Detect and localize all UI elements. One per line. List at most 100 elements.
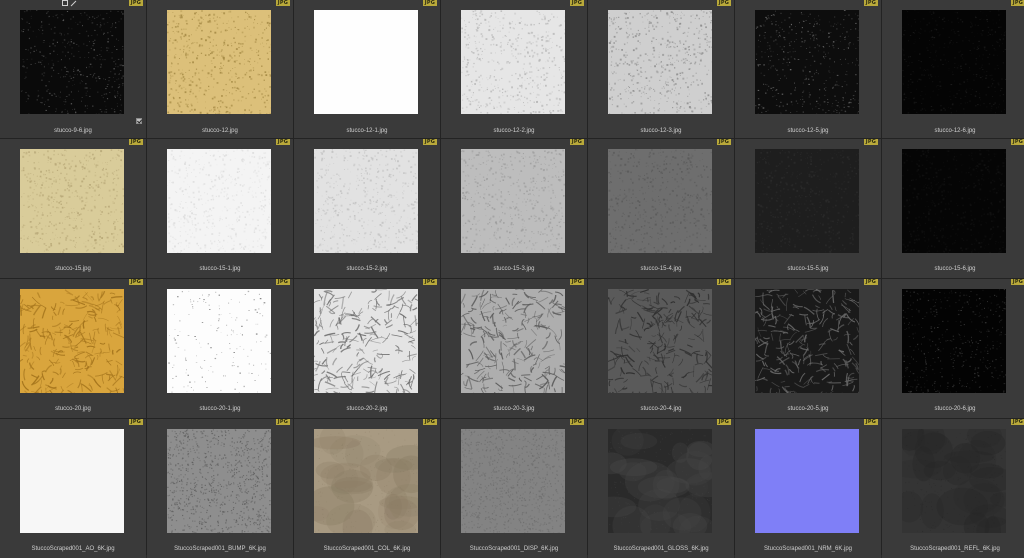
texture-thumbnail[interactable] <box>461 10 565 114</box>
file-name: stucco-12-3.jpg <box>588 127 734 135</box>
thumbnail-cell[interactable]: JPG stucco-20-3.jpg <box>441 279 587 418</box>
thumbnail-cell[interactable]: JPG stucco-12-2.jpg <box>441 0 587 138</box>
thumbnail-cell[interactable]: JPG StuccoScraped001_AO_6K.jpg <box>0 419 146 558</box>
file-name: StuccoScraped001_GLOSS_6K.jpg <box>588 545 734 553</box>
file-type-badge: JPG <box>423 0 437 6</box>
texture-thumbnail[interactable] <box>167 10 271 114</box>
thumbnail-cell[interactable]: JPGstucco-12-1.jpg <box>294 0 440 138</box>
thumbnail-cell[interactable]: JPGstucco-12-6.jpg <box>882 0 1024 138</box>
file-type-badge: JPG <box>129 419 143 425</box>
file-name: stucco-20.jpg <box>0 405 146 413</box>
thumbnail-cell[interactable]: JPGStuccoScraped001_GLOSS_6K.jpg <box>588 419 734 558</box>
file-name: stucco-15-5.jpg <box>735 265 881 273</box>
select-checkbox[interactable] <box>136 118 142 124</box>
texture-thumbnail[interactable] <box>608 429 712 533</box>
file-name: stucco-12.jpg <box>147 127 293 135</box>
file-type-badge: JPG <box>1011 0 1024 6</box>
file-name: stucco-15-6.jpg <box>882 265 1024 273</box>
thumbnail-cell[interactable]: JPG stucco-12-3.jpg <box>588 0 734 138</box>
file-name: stucco-20-3.jpg <box>441 405 587 413</box>
file-type-badge: JPG <box>864 0 878 6</box>
thumbnail-cell[interactable]: JPGStuccoScraped001_NRM_6K.jpg <box>735 419 881 558</box>
thumbnail-cell[interactable]: JPGstucco-15-1.jpg <box>147 139 293 278</box>
file-type-badge: JPG <box>129 0 143 6</box>
texture-thumbnail[interactable] <box>20 429 124 533</box>
file-name: stucco-20-6.jpg <box>882 405 1024 413</box>
thumbnail-cell[interactable]: JPGstucco-20-1.jpg <box>147 279 293 418</box>
file-type-badge: JPG <box>1011 279 1024 285</box>
thumbnail-cell[interactable]: JPG stucco-12-5.jpg <box>735 0 881 138</box>
texture-thumbnail[interactable] <box>461 149 565 253</box>
file-type-badge: JPG <box>717 279 731 285</box>
file-type-badge: JPG <box>570 419 584 425</box>
file-name: stucco-12-5.jpg <box>735 127 881 135</box>
file-name: stucco-9-6.jpg <box>0 127 146 135</box>
thumbnail-cell[interactable]: JPGStuccoScraped001_BUMP_6K.jpg <box>147 419 293 558</box>
file-type-badge: JPG <box>717 139 731 145</box>
texture-thumbnail[interactable] <box>20 10 124 114</box>
thumbnail-cell[interactable]: JPG stucco-20-5.jpg <box>735 279 881 418</box>
texture-thumbnail[interactable] <box>902 429 1006 533</box>
texture-thumbnail[interactable] <box>755 149 859 253</box>
thumbnail-cell[interactable]: JPG stucco-12.jpg <box>147 0 293 138</box>
file-name: stucco-15-2.jpg <box>294 265 440 273</box>
texture-thumbnail[interactable] <box>902 149 1006 253</box>
thumbnail-cell[interactable]: JPGstucco-15-6.jpg <box>882 139 1024 278</box>
file-name: stucco-15.jpg <box>0 265 146 273</box>
texture-thumbnail[interactable] <box>314 429 418 533</box>
file-name: stucco-20-4.jpg <box>588 405 734 413</box>
texture-thumbnail[interactable] <box>20 149 124 253</box>
texture-thumbnail[interactable] <box>20 289 124 393</box>
frame-icon[interactable] <box>62 0 68 6</box>
file-type-badge: JPG <box>570 0 584 6</box>
file-type-badge: JPG <box>276 0 290 6</box>
edit-icon[interactable] <box>70 0 76 6</box>
thumbnail-tools <box>62 0 76 6</box>
texture-thumbnail[interactable] <box>608 289 712 393</box>
file-type-badge: JPG <box>570 139 584 145</box>
file-type-badge: JPG <box>717 0 731 6</box>
file-name: StuccoScraped001_AO_6K.jpg <box>0 545 146 553</box>
texture-thumbnail[interactable] <box>167 429 271 533</box>
file-type-badge: JPG <box>423 419 437 425</box>
file-type-badge: JPG <box>864 139 878 145</box>
file-type-badge: JPG <box>423 279 437 285</box>
thumbnail-cell[interactable]: JPGstucco-20.jpg <box>0 279 146 418</box>
thumbnail-cell[interactable]: JPGStuccoScraped001_COL_6K.jpg <box>294 419 440 558</box>
file-type-badge: JPG <box>570 279 584 285</box>
thumbnail-cell[interactable]: JPGstucco-20-2.jpg <box>294 279 440 418</box>
file-name: StuccoScraped001_DISP_6K.jpg <box>441 545 587 553</box>
thumbnail-cell[interactable]: JPG StuccoScraped001_DISP_6K.jpg <box>441 419 587 558</box>
texture-thumbnail[interactable] <box>314 10 418 114</box>
texture-thumbnail[interactable] <box>608 149 712 253</box>
file-name: StuccoScraped001_NRM_6K.jpg <box>735 545 881 553</box>
file-type-badge: JPG <box>864 279 878 285</box>
texture-thumbnail[interactable] <box>314 289 418 393</box>
thumbnail-cell[interactable]: JPG stucco-20-6.jpg <box>882 279 1024 418</box>
thumbnail-cell[interactable]: JPG stucco-15-2.jpg <box>294 139 440 278</box>
texture-thumbnail[interactable] <box>461 429 565 533</box>
texture-thumbnail[interactable] <box>461 289 565 393</box>
texture-thumbnail[interactable] <box>902 289 1006 393</box>
file-name: stucco-12-2.jpg <box>441 127 587 135</box>
texture-thumbnail[interactable] <box>314 149 418 253</box>
thumbnail-cell[interactable]: JPG stucco-9-6.jpg <box>0 0 146 138</box>
thumbnail-cell[interactable]: JPGStuccoScraped001_REFL_6K.jpg <box>882 419 1024 558</box>
texture-thumbnail[interactable] <box>167 149 271 253</box>
file-type-badge: JPG <box>423 139 437 145</box>
texture-thumbnail[interactable] <box>755 289 859 393</box>
texture-thumbnail[interactable] <box>167 289 271 393</box>
thumbnail-cell[interactable]: JPGstucco-15-4.jpg <box>588 139 734 278</box>
file-type-badge: JPG <box>276 139 290 145</box>
thumbnail-cell[interactable]: JPG stucco-15-5.jpg <box>735 139 881 278</box>
texture-thumbnail[interactable] <box>755 429 859 533</box>
thumbnail-cell[interactable]: JPGstucco-15.jpg <box>0 139 146 278</box>
file-name: stucco-15-3.jpg <box>441 265 587 273</box>
texture-thumbnail[interactable] <box>608 10 712 114</box>
thumbnail-cell[interactable]: JPG stucco-20-4.jpg <box>588 279 734 418</box>
file-name: stucco-20-1.jpg <box>147 405 293 413</box>
texture-thumbnail[interactable] <box>902 10 1006 114</box>
file-name: stucco-20-5.jpg <box>735 405 881 413</box>
texture-thumbnail[interactable] <box>755 10 859 114</box>
thumbnail-cell[interactable]: JPG stucco-15-3.jpg <box>441 139 587 278</box>
